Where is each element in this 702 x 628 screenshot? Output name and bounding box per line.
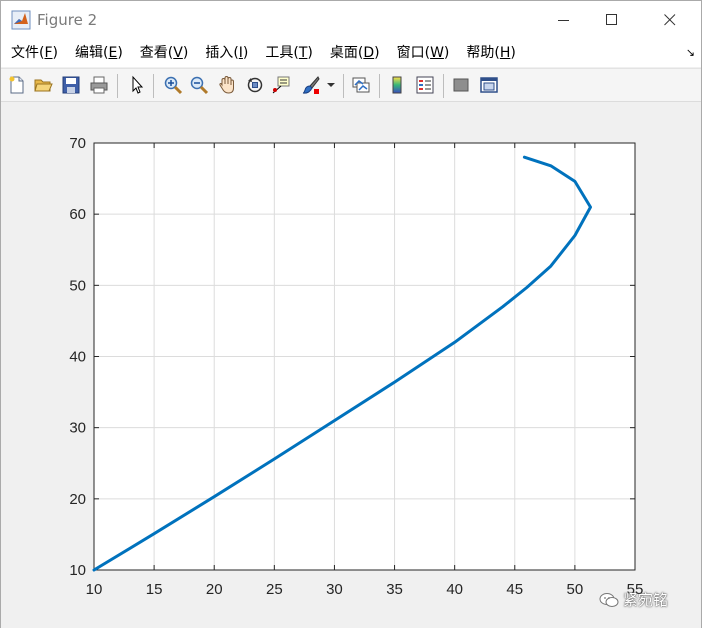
menu-edit[interactable]: 编辑(E) [69,39,129,67]
y-tick-label: 60 [69,206,86,223]
open-file-icon[interactable] [31,73,55,97]
menu-tools[interactable]: 工具(T) [259,39,319,67]
dock-arrow-icon[interactable]: ↘ [686,46,695,59]
x-tick-label: 30 [326,581,343,598]
toolbar-separator [443,74,444,98]
minimize-button[interactable] [541,1,587,39]
show-plot-tools-icon[interactable] [477,73,501,97]
matlab-icon [11,10,31,30]
brush-dropdown-icon[interactable] [325,73,337,97]
menu-window[interactable]: 窗口(W) [391,39,456,67]
zoom-out-icon[interactable] [187,73,211,97]
menu-desktop[interactable]: 桌面(D) [324,39,386,67]
watermark-text: 紧宛铭 [623,591,669,609]
x-tick-label: 10 [86,581,103,598]
hide-plot-tools-icon[interactable] [449,73,473,97]
y-tick-label: 30 [69,420,86,437]
toolbar-separator [343,74,344,98]
legend-icon[interactable] [413,73,437,97]
zoom-in-icon[interactable] [161,73,185,97]
maximize-icon [606,14,617,25]
axes[interactable]: 10 15 20 25 30 35 40 45 50 5510203040506070 [1,103,701,628]
figure-toolbar [1,68,701,102]
y-tick-label: 40 [69,349,86,366]
x-tick-label: 45 [506,581,523,598]
menu-insert[interactable]: 插入(I) [199,39,254,67]
colorbar-icon[interactable] [385,73,409,97]
y-tick-label: 70 [69,135,86,152]
print-icon[interactable] [87,73,111,97]
new-figure-icon[interactable] [5,73,29,97]
toolbar-separator [117,74,118,98]
x-tick-label: 20 [206,581,223,598]
link-plot-icon[interactable] [349,73,373,97]
minimize-icon [558,20,569,21]
save-icon[interactable] [59,73,83,97]
figure-window: Figure 2 文件(F) 编辑(E) 查看(V) 插入(I) 工具(T) 桌… [0,0,702,628]
x-tick-label: 25 [266,581,283,598]
edit-plot-icon[interactable] [125,73,149,97]
figure-canvas: 10 15 20 25 30 35 40 45 50 55 10 20 30 40 50 60 70 紧宛铭 [1,103,701,628]
x-tick-label: 40 [446,581,463,598]
maximize-button[interactable] [589,1,635,39]
pan-icon[interactable] [215,73,239,97]
toolbar-separator [153,74,154,98]
brush-icon[interactable] [299,73,323,97]
title-bar[interactable]: Figure 2 [1,1,701,39]
window-title: Figure 2 [37,11,98,29]
watermark: 紧宛铭 [599,589,668,610]
rotate-3d-icon[interactable] [243,73,267,97]
y-tick-label: 10 [69,562,86,579]
menu-file[interactable]: 文件(F) [5,39,64,67]
x-tick-label: 50 [567,581,584,598]
x-tick-label: 15 [146,581,163,598]
x-tick-label: 35 [386,581,403,598]
close-icon [664,14,676,26]
toolbar-separator [379,74,380,98]
y-tick-label: 50 [69,277,86,294]
menu-bar: 文件(F) 编辑(E) 查看(V) 插入(I) 工具(T) 桌面(D) 窗口(W… [1,39,701,67]
y-tick-label: 20 [69,491,86,508]
wechat-icon [599,592,619,607]
data-cursor-icon[interactable] [269,73,293,97]
menu-help[interactable]: 帮助(H) [460,39,521,67]
menu-view[interactable]: 查看(V) [134,39,195,67]
close-button[interactable] [647,1,693,39]
